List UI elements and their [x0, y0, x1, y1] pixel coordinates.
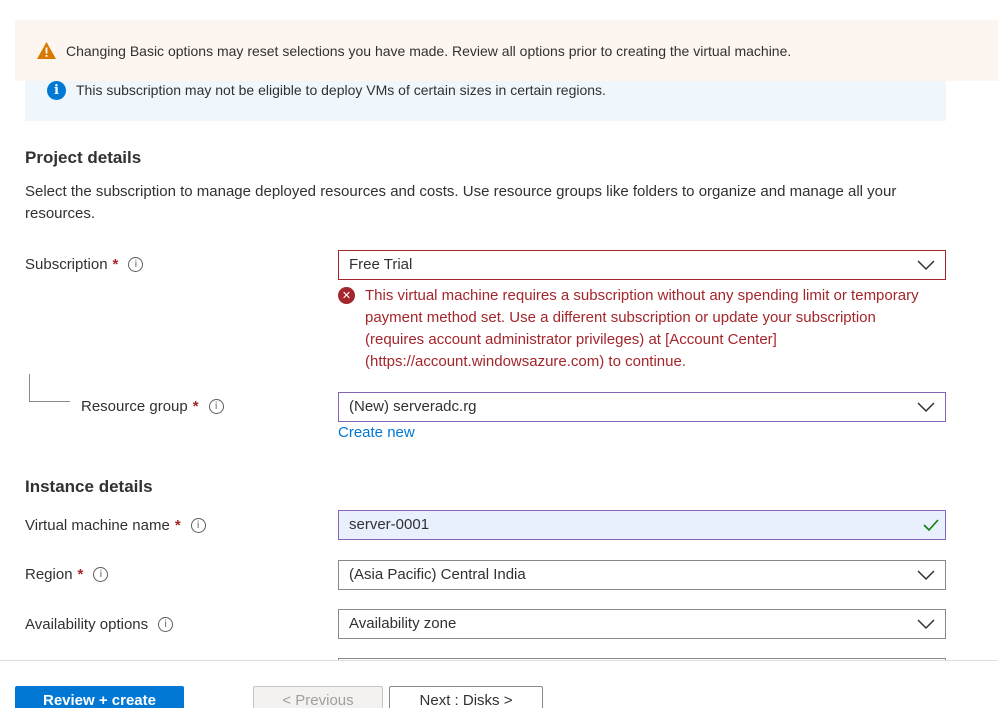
chevron-down-icon — [917, 619, 935, 630]
region-value: (Asia Pacific) Central India — [349, 566, 526, 583]
info-tooltip-icon[interactable]: i — [128, 257, 144, 272]
warning-banner-text: Changing Basic options may reset selecti… — [66, 43, 792, 59]
vm-name-input[interactable]: server-0001 — [338, 510, 946, 540]
review-create-button[interactable]: Review + create — [15, 686, 184, 708]
info-tooltip-icon[interactable]: i — [158, 617, 174, 632]
info-tooltip-icon[interactable]: i — [93, 567, 109, 582]
previous-button[interactable]: < Previous — [253, 686, 383, 708]
availability-label: Availability options i — [25, 616, 174, 633]
vm-name-label: Virtual machine name * i — [25, 517, 206, 534]
availability-value: Availability zone — [349, 615, 457, 632]
region-label-text: Region — [25, 566, 73, 583]
vm-name-value: server-0001 — [349, 516, 430, 533]
next-disks-button[interactable]: Next : Disks > — [389, 686, 543, 708]
resource-group-dropdown[interactable]: (New) serveradc.rg — [338, 392, 946, 422]
info-tooltip-icon[interactable]: i — [190, 518, 206, 533]
chevron-down-icon — [917, 260, 935, 271]
required-marker: * — [192, 398, 199, 415]
chevron-down-icon — [917, 570, 935, 581]
footer-bar: Review + create < Previous Next : Disks … — [0, 660, 998, 708]
error-icon: ✕ — [338, 287, 355, 304]
subscription-value: Free Trial — [349, 256, 413, 273]
warning-icon — [37, 42, 56, 59]
required-marker: * — [112, 256, 119, 273]
resource-group-label: Resource group * i — [81, 398, 224, 415]
project-details-title: Project details — [25, 148, 142, 167]
info-icon: i — [47, 81, 66, 100]
subscription-dropdown[interactable]: Free Trial — [338, 250, 946, 280]
vm-name-label-text: Virtual machine name — [25, 517, 170, 534]
instance-details-title: Instance details — [25, 477, 153, 496]
info-tooltip-icon[interactable]: i — [208, 399, 224, 414]
warning-banner: Changing Basic options may reset selecti… — [15, 20, 998, 81]
required-marker: * — [77, 566, 84, 583]
required-marker: * — [174, 517, 181, 534]
subscription-label: Subscription * i — [25, 256, 144, 273]
info-banner-text: This subscription may not be eligible to… — [76, 82, 606, 98]
project-details-description: Select the subscription to manage deploy… — [25, 183, 897, 222]
availability-label-text: Availability options — [25, 616, 149, 633]
create-new-link[interactable]: Create new — [338, 424, 415, 441]
availability-dropdown[interactable]: Availability zone — [338, 609, 946, 639]
checkmark-icon — [923, 519, 939, 532]
subscription-error-text: This virtual machine requires a subscrip… — [365, 287, 919, 370]
region-dropdown[interactable]: (Asia Pacific) Central India — [338, 560, 946, 590]
region-label: Region * i — [25, 566, 109, 583]
tree-connector — [29, 374, 70, 402]
chevron-down-icon — [917, 402, 935, 413]
resource-group-value: (New) serveradc.rg — [349, 398, 477, 415]
subscription-label-text: Subscription — [25, 256, 108, 273]
resource-group-label-text: Resource group — [81, 398, 188, 415]
